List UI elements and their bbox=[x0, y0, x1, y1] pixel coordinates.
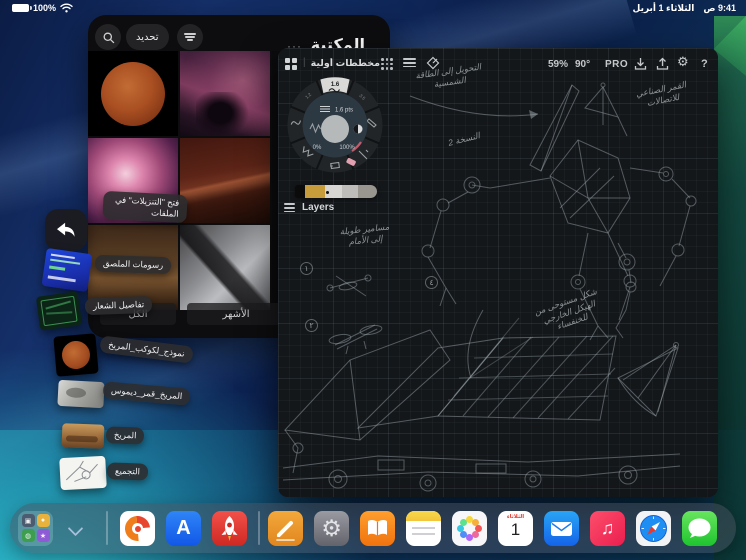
zoom-level[interactable]: 59% bbox=[548, 59, 568, 70]
dock-divider bbox=[106, 511, 108, 545]
mail-icon bbox=[551, 521, 572, 536]
export-button[interactable] bbox=[656, 57, 669, 71]
dock-app-messages[interactable] bbox=[682, 510, 717, 546]
layers-button[interactable]: Layers bbox=[284, 201, 334, 214]
rocket-icon bbox=[221, 515, 238, 541]
tab-months-label: الأشهر bbox=[222, 308, 250, 320]
music-note-icon: ♫ bbox=[600, 517, 615, 538]
drag-label-mars[interactable]: المريخ bbox=[105, 426, 145, 445]
dock-app-photos[interactable] bbox=[452, 510, 487, 546]
concepts-window: التحويل إلى الطاقة الشمسية القمر الصناعي… bbox=[278, 48, 718, 497]
dock-app-concepts[interactable] bbox=[120, 510, 155, 546]
calendar-day: 1 bbox=[510, 519, 521, 539]
gallery-button[interactable] bbox=[285, 58, 297, 70]
message-bubble-icon bbox=[688, 518, 711, 538]
photo-mars-planet[interactable] bbox=[88, 51, 178, 136]
annotation-arrow bbox=[409, 95, 539, 117]
tool-wheel[interactable]: 1.6 1.2 3.5 1.6 pts 0% 100% bbox=[283, 73, 387, 177]
dock-app-notes[interactable] bbox=[406, 510, 441, 546]
drag-label-logo[interactable]: تفاصيل الشعار bbox=[84, 295, 153, 316]
filter-button[interactable] bbox=[177, 24, 203, 50]
select-button[interactable]: تحديد bbox=[126, 24, 169, 50]
status-date: الثلاثاء 1 أبريل bbox=[632, 3, 695, 13]
drag-thumb-assembly[interactable] bbox=[59, 455, 107, 491]
search-icon bbox=[103, 32, 114, 43]
status-time: 9:41 ص bbox=[703, 3, 736, 13]
selection-tool-button[interactable] bbox=[426, 56, 440, 70]
gear-icon: ⚙ bbox=[321, 514, 342, 541]
toolbar-separator: | bbox=[303, 57, 306, 68]
back-button[interactable] bbox=[45, 209, 87, 251]
drag-thumb-mars-model[interactable] bbox=[53, 333, 99, 377]
dock-app-mail[interactable] bbox=[544, 510, 579, 546]
annotation-number-4: ٤ bbox=[425, 276, 438, 289]
filter-icon bbox=[184, 31, 196, 43]
dock-chevron-down[interactable] bbox=[67, 520, 84, 537]
select-button-label: تحديد bbox=[136, 31, 159, 43]
rotation-value[interactable]: 90° bbox=[575, 59, 590, 70]
book-icon bbox=[368, 519, 387, 536]
dock-app-music[interactable]: ♫ bbox=[590, 510, 625, 546]
opacity-max-label: 100% bbox=[339, 145, 355, 151]
dock-app-appstore[interactable]: A bbox=[166, 510, 201, 546]
layers-icon bbox=[284, 201, 295, 214]
battery-percent: 100% bbox=[33, 3, 57, 13]
status-bar: 100% 9:41 ص الثلاثاء 1 أبريل bbox=[0, 0, 746, 16]
opacity-min-label: 0% bbox=[313, 145, 322, 151]
battery-icon bbox=[12, 3, 32, 13]
color-puck[interactable] bbox=[321, 115, 349, 143]
help-button[interactable]: ? bbox=[701, 58, 708, 70]
dock-app-pen[interactable] bbox=[268, 510, 303, 546]
tab-months[interactable]: الأشهر bbox=[187, 303, 285, 325]
back-arrow-icon bbox=[57, 222, 75, 237]
annotation-number-1: ١ bbox=[300, 262, 313, 275]
ipad-screen: 100% 9:41 ص الثلاثاء 1 أبريل تحديد ··· ا… bbox=[0, 0, 746, 560]
color-strip-marker bbox=[326, 190, 329, 194]
pen-icon bbox=[276, 520, 295, 541]
drag-label-downloads[interactable]: فتح "التنزيلات" في الملفات bbox=[102, 190, 188, 224]
layers-label: Layers bbox=[302, 202, 335, 214]
drag-label-assembly[interactable]: التجميع bbox=[106, 462, 149, 481]
dock-app-books[interactable] bbox=[360, 510, 395, 546]
mech-sketch-bottom bbox=[282, 309, 681, 492]
photo-mars-ridge[interactable] bbox=[180, 138, 270, 223]
active-tool-size: 1.6 bbox=[331, 82, 340, 88]
precision-grid-button[interactable] bbox=[381, 58, 393, 70]
settings-gear-button[interactable]: ⚙ bbox=[677, 54, 689, 70]
drag-thumb-poster[interactable] bbox=[41, 247, 93, 293]
appstore-icon: A bbox=[176, 516, 191, 539]
search-button[interactable] bbox=[95, 24, 121, 50]
photo-horsehead-nebula[interactable] bbox=[180, 51, 270, 136]
dock-app-calendar[interactable]: الثلاثاء 1 bbox=[498, 510, 533, 546]
dock-app-rocket[interactable] bbox=[212, 510, 247, 546]
dock: ▣ ● ◍ ★ A ⚙ الثلاثاء 1 ♫ bbox=[10, 503, 736, 553]
drag-thumb-deimos[interactable] bbox=[57, 379, 105, 409]
drone-sketches bbox=[326, 274, 383, 355]
annotation-number-2: ٢ bbox=[305, 319, 318, 332]
menu-button[interactable] bbox=[403, 56, 416, 69]
drag-thumb-mars[interactable] bbox=[61, 423, 105, 449]
stroke-width-label: 1.6 pts bbox=[335, 108, 353, 114]
mars-planet-image bbox=[101, 62, 165, 126]
safari-compass-icon bbox=[640, 514, 667, 542]
dock-app-settings[interactable]: ⚙ bbox=[314, 510, 349, 546]
dock-widget-folder[interactable]: ▣ ● ◍ ★ bbox=[18, 510, 53, 546]
import-button[interactable] bbox=[634, 57, 647, 71]
drag-thumb-logo[interactable] bbox=[35, 291, 83, 331]
dock-app-safari[interactable] bbox=[636, 510, 671, 546]
widget-mini-icons: ▣ ● ◍ ★ bbox=[18, 511, 53, 546]
color-strip[interactable] bbox=[295, 185, 377, 198]
pro-badge[interactable]: PRO bbox=[605, 59, 628, 70]
dock-divider bbox=[258, 511, 260, 545]
drag-label-poster[interactable]: رسومات الملصق bbox=[94, 254, 172, 275]
wifi-icon bbox=[60, 3, 73, 13]
document-title[interactable]: مخططات أولية للـ... bbox=[310, 58, 380, 69]
photo-satellite[interactable] bbox=[180, 225, 270, 310]
drawing-canvas[interactable]: التحويل إلى الطاقة الشمسية القمر الصناعي… bbox=[278, 48, 718, 497]
